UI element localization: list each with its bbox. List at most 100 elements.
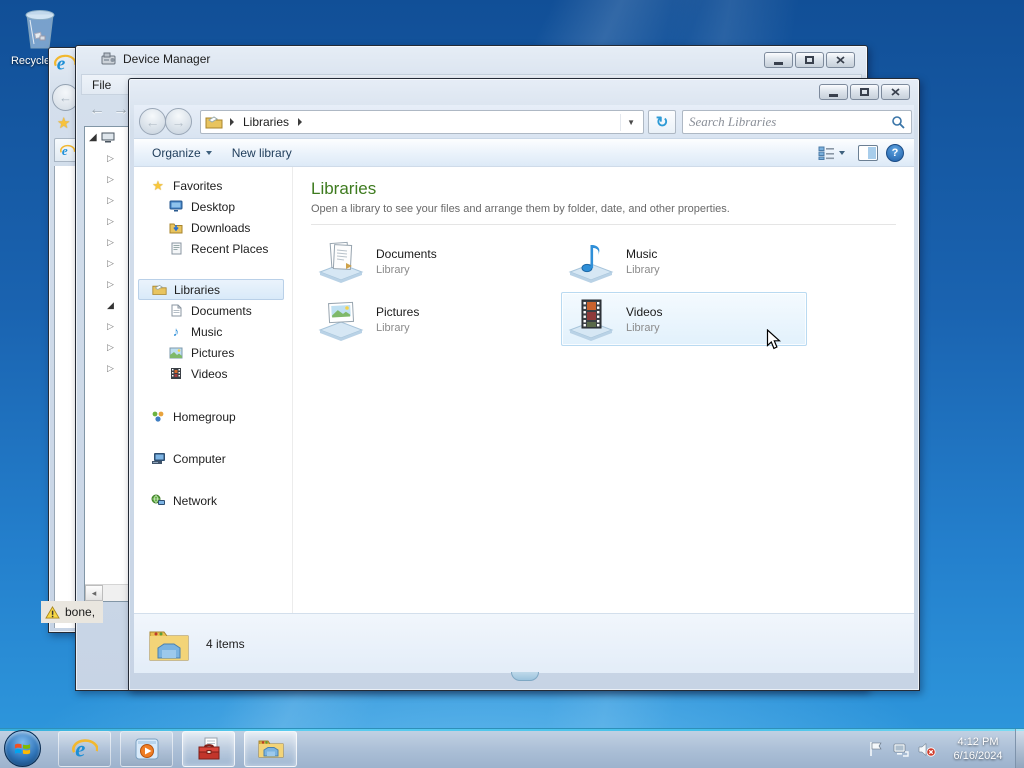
sidebar-item-homegroup[interactable]: Homegroup — [134, 406, 292, 427]
libraries-big-icon — [149, 631, 189, 660]
pictures-library-icon — [318, 301, 364, 341]
scroll-left-arrow-icon[interactable]: ◂ — [85, 585, 103, 601]
dm-forward-button[interactable]: → — [113, 101, 129, 119]
desktop-icon — [168, 200, 184, 213]
window-bottom-frame — [129, 672, 919, 690]
documents-icon — [168, 304, 184, 317]
computer-icon — [150, 452, 166, 465]
address-dropdown-icon[interactable]: ▼ — [620, 113, 641, 131]
documents-library-icon — [318, 241, 364, 283]
sidebar-item-favorites[interactable]: ★ Favorites — [134, 175, 292, 196]
address-bar[interactable]: Libraries ▼ — [200, 110, 644, 134]
refresh-button[interactable]: ↻ — [648, 110, 676, 134]
tree-expander-icon[interactable]: ▷ — [107, 195, 114, 206]
explorer-window[interactable]: ← → Libraries ▼ ↻ Search Libraries Organ… — [128, 78, 920, 691]
explorer-titlebar[interactable] — [129, 79, 919, 105]
sidebar-item-network[interactable]: Network — [134, 490, 292, 511]
divider — [311, 224, 896, 225]
sidebar-item-desktop[interactable]: Desktop — [134, 196, 292, 217]
library-item-documents[interactable]: Documents Library — [311, 234, 557, 288]
sidebar-item-pictures[interactable]: Pictures — [134, 342, 292, 363]
change-view-button[interactable] — [813, 143, 850, 163]
item-count: 4 items — [206, 636, 245, 651]
action-center-flag-icon[interactable] — [868, 741, 883, 757]
media-player-icon — [135, 738, 158, 760]
command-bar: Organize New library ? — [134, 139, 914, 167]
ie-favorites-star-icon[interactable]: ★ — [57, 114, 70, 132]
dm-toolbar: ← → — [81, 97, 129, 123]
back-button[interactable]: ← — [139, 108, 166, 135]
help-button[interactable]: ? — [886, 143, 904, 162]
new-library-button[interactable]: New library — [222, 142, 302, 164]
taskbar: e 4:12 PM 6/16/2024 — [0, 728, 1024, 768]
breadcrumb-libraries[interactable]: Libraries — [241, 113, 291, 131]
ie-logo-icon: e — [71, 737, 98, 762]
libraries-folder-icon — [205, 116, 223, 129]
show-desktop-button[interactable] — [1015, 729, 1024, 768]
music-note-icon: ♪ — [172, 324, 180, 339]
library-pane: Libraries Open a library to see your fil… — [293, 167, 914, 613]
tree-expander-icon[interactable]: ▷ — [107, 258, 114, 269]
sidebar-item-downloads[interactable]: Downloads — [134, 217, 292, 238]
dm-minimize-button[interactable] — [764, 52, 793, 68]
window-grip — [511, 672, 539, 681]
explorer-maximize-button[interactable] — [850, 84, 879, 100]
taskbar-explorer-button[interactable] — [244, 731, 297, 767]
tree-expander-icon[interactable]: ▷ — [107, 237, 114, 248]
network-tray-icon[interactable] — [892, 742, 909, 757]
sidebar-item-documents[interactable]: Documents — [134, 300, 292, 321]
dm-maximize-button[interactable] — [795, 52, 824, 68]
sidebar-item-videos[interactable]: Videos — [134, 363, 292, 384]
taskbar-clock[interactable]: 4:12 PM 6/16/2024 — [942, 729, 1014, 768]
sidebar-item-computer[interactable]: Computer — [134, 448, 292, 469]
favorites-star-icon: ★ — [152, 177, 164, 193]
taskbar-ie-button[interactable]: e — [58, 731, 111, 767]
tree-expander-icon[interactable]: ▷ — [107, 216, 114, 227]
tree-expander-icon[interactable]: ▷ — [107, 321, 114, 332]
homegroup-icon — [150, 410, 166, 423]
desktop: Recycle Bin e ← ★ e Device Manager File … — [0, 0, 1024, 768]
organize-button[interactable]: Organize — [142, 142, 222, 164]
preview-pane-button[interactable] — [858, 144, 878, 161]
device-manager-titlebar[interactable]: Device Manager — [101, 52, 210, 66]
tree-expander-icon[interactable]: ▷ — [107, 342, 114, 353]
tree-expander-open-icon[interactable]: ◢ — [89, 132, 97, 143]
device-manager-title: Device Manager — [123, 52, 211, 66]
tree-expander-icon[interactable]: ▷ — [107, 363, 114, 374]
background-status-fragment: bone, — [41, 601, 104, 623]
windows-logo-icon — [14, 743, 31, 755]
navigation-pane: ★ Favorites Desktop Downloads Recent Pla… — [134, 167, 292, 613]
dm-menu-file[interactable]: File — [82, 76, 121, 94]
sidebar-item-libraries[interactable]: Libraries — [138, 279, 284, 300]
tree-expander-icon[interactable]: ▷ — [107, 174, 114, 185]
library-item-pictures[interactable]: Pictures Library — [311, 292, 557, 346]
ie-logo-icon: e — [59, 143, 75, 157]
sidebar-item-music[interactable]: ♪ Music — [134, 321, 292, 342]
start-button[interactable] — [4, 730, 41, 767]
search-box[interactable] — [682, 110, 912, 134]
system-tray — [868, 729, 936, 768]
dm-back-button[interactable]: ← — [89, 101, 105, 119]
device-manager-icon — [101, 52, 116, 65]
background-status-text: bone, — [65, 605, 96, 619]
computer-icon — [101, 132, 115, 143]
explorer-minimize-button[interactable] — [819, 84, 848, 100]
library-item-music[interactable]: Music Library — [561, 234, 807, 288]
volume-muted-icon[interactable] — [918, 742, 936, 757]
clock-time: 4:12 PM — [957, 736, 999, 748]
breadcrumb-arrow-icon[interactable] — [230, 118, 234, 126]
search-input[interactable] — [689, 114, 891, 130]
tree-expander-icon[interactable]: ▷ — [107, 279, 114, 290]
tree-expander-open-icon[interactable]: ◢ — [107, 300, 114, 311]
explorer-close-button[interactable] — [881, 84, 910, 100]
sidebar-item-recent-places[interactable]: Recent Places — [134, 238, 292, 259]
tree-expander-icon[interactable]: ▷ — [107, 153, 114, 164]
dm-close-button[interactable] — [826, 52, 855, 68]
taskbar-device-manager-button[interactable] — [182, 731, 235, 767]
forward-button[interactable]: → — [165, 108, 192, 135]
breadcrumb-arrow-icon[interactable] — [298, 118, 303, 126]
recent-places-icon — [168, 242, 184, 255]
taskbar-media-player-button[interactable] — [120, 731, 173, 767]
ie-logo-icon: e — [54, 52, 77, 77]
close-icon — [836, 56, 845, 64]
